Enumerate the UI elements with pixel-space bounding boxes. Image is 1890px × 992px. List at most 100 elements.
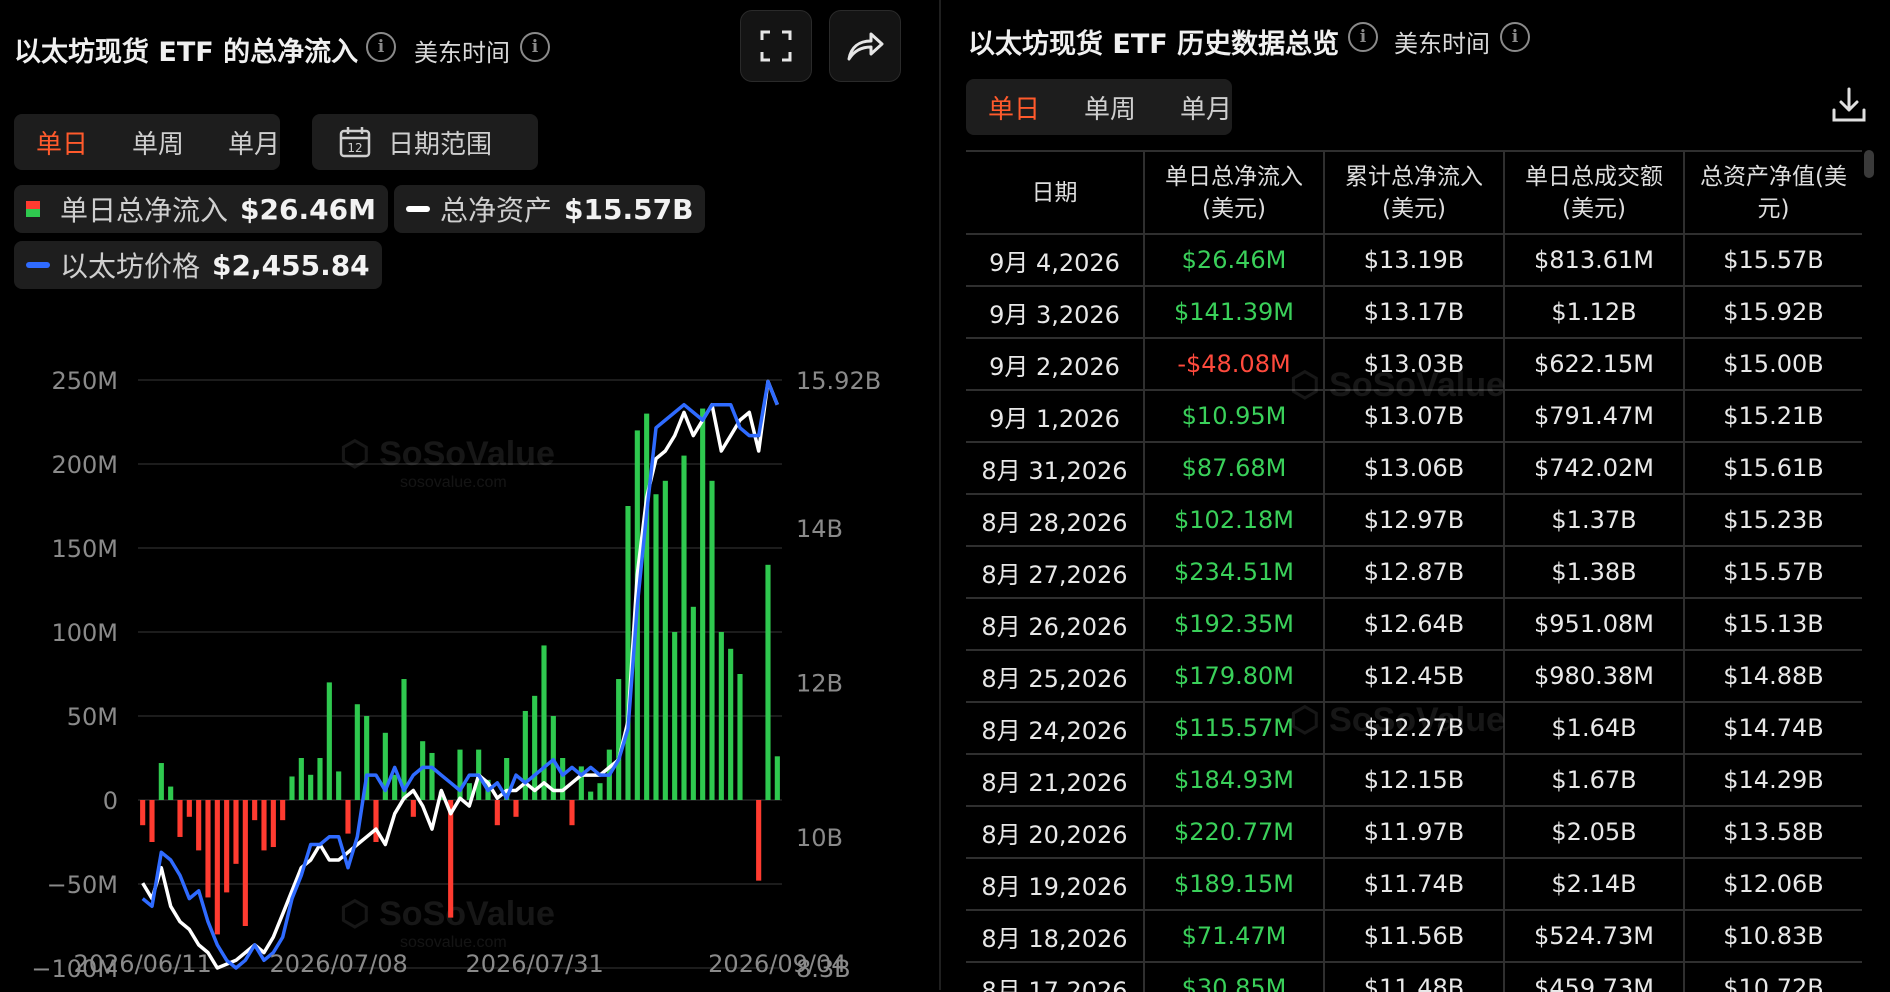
- bar: [205, 800, 211, 898]
- cell-date: 8月 19,2026: [966, 858, 1145, 911]
- bar: [261, 800, 267, 851]
- cell-daily-volume: $524.73M: [1504, 910, 1685, 963]
- bar: [298, 758, 304, 800]
- fullscreen-button[interactable]: [740, 10, 812, 82]
- cell-daily-inflow: $220.77M: [1144, 806, 1325, 859]
- calendar-icon: 12: [339, 127, 371, 158]
- calendar-day-number: 12: [347, 141, 362, 155]
- bar: [616, 679, 622, 800]
- cell-nav: $15.23B: [1684, 494, 1862, 547]
- bar: [392, 774, 398, 800]
- history-table: 日期 单日总净流入 (美元) 累计总净流入 (美元) 单日总成交额 (美元) 总…: [966, 152, 1862, 992]
- cell-date: 8月 21,2026: [966, 754, 1145, 807]
- legend-net-inflow[interactable]: 单日总净流入 $26.46M: [14, 185, 388, 233]
- y-axis-left-tick: 150M: [51, 535, 118, 563]
- cell-nav: $10.72B: [1684, 962, 1862, 992]
- table-row[interactable]: 9月 4,2026 $26.46M $13.19B $813.61M $15.57B: [966, 234, 1862, 287]
- bar: [242, 800, 248, 926]
- chart-title: 以太坊现货 ETF 的总净流入: [14, 37, 359, 68]
- cell-date: 9月 2,2026: [966, 338, 1145, 391]
- table-row[interactable]: 8月 27,2026 $234.51M $12.87B $1.38B $15.57B: [966, 546, 1862, 599]
- col-header-cumulative-inflow[interactable]: 累计总净流入 (美元): [1324, 152, 1505, 235]
- cell-nav: $15.61B: [1684, 442, 1862, 495]
- y-axis-right-tick: 10B: [796, 824, 843, 852]
- cell-daily-inflow: $192.35M: [1144, 598, 1325, 651]
- tab-week[interactable]: 单周: [110, 124, 206, 161]
- cell-nav: $12.06B: [1684, 858, 1862, 911]
- bar: [354, 704, 360, 800]
- cell-cumulative-inflow: $12.87B: [1324, 546, 1505, 599]
- tab-month[interactable]: 单月: [206, 124, 302, 161]
- watermark-logo: ⬡ SoSoValue: [1290, 366, 1505, 404]
- legend-net-assets[interactable]: 总净资产 $15.57B: [394, 185, 706, 233]
- chart-title-info-icon[interactable]: i: [366, 32, 396, 62]
- legend-net-inflow-label: 单日总净流入: [60, 194, 229, 227]
- bar: [289, 776, 295, 800]
- table-row[interactable]: 9月 3,2026 $141.39M $13.17B $1.12B $15.92B: [966, 286, 1862, 339]
- table-timezone-info-icon[interactable]: i: [1500, 22, 1530, 52]
- table-tab-month[interactable]: 单月: [1158, 89, 1254, 126]
- table-title-info-icon[interactable]: i: [1348, 22, 1378, 52]
- bar: [429, 752, 435, 800]
- col-header-daily-inflow[interactable]: 单日总净流入 (美元): [1144, 152, 1325, 235]
- table-row[interactable]: 8月 18,2026 $71.47M $11.56B $524.73M $10.83B: [966, 910, 1862, 963]
- col-header-nav[interactable]: 总资产净值(美 元): [1684, 152, 1862, 235]
- table-row[interactable]: 8月 19,2026 $189.15M $11.74B $2.14B $12.06B: [966, 858, 1862, 911]
- cell-nav: $14.74B: [1684, 702, 1862, 755]
- etf-flow-chart[interactable]: ⬡ SoSoValuesosovalue.com⬡ SoSoValuesosov…: [0, 330, 935, 990]
- bar: [336, 771, 342, 800]
- cell-daily-volume: $1.37B: [1504, 494, 1685, 547]
- table-tab-week[interactable]: 单周: [1062, 89, 1158, 126]
- download-button[interactable]: [1830, 86, 1868, 128]
- cell-daily-volume: $1.38B: [1504, 546, 1685, 599]
- share-button[interactable]: [829, 10, 901, 82]
- table-row[interactable]: 8月 31,2026 $87.68M $13.06B $742.02M $15.61B: [966, 442, 1862, 495]
- cell-daily-inflow: $179.80M: [1144, 650, 1325, 703]
- cell-nav: $15.21B: [1684, 390, 1862, 443]
- cell-daily-volume: $1.67B: [1504, 754, 1685, 807]
- bar: [662, 480, 668, 800]
- cell-daily-inflow: $141.39M: [1144, 286, 1325, 339]
- bar: [158, 763, 164, 800]
- date-range-button[interactable]: 12 日期范围: [312, 114, 538, 170]
- bar: [308, 774, 314, 800]
- chart-timezone-info-icon[interactable]: i: [520, 32, 550, 62]
- col-header-daily-volume[interactable]: 单日总成交额 (美元): [1504, 152, 1685, 235]
- cell-cumulative-inflow: $12.15B: [1324, 754, 1505, 807]
- cell-cumulative-inflow: $11.74B: [1324, 858, 1505, 911]
- bar: [681, 455, 687, 800]
- bar: [326, 682, 332, 800]
- cell-cumulative-inflow: $11.48B: [1324, 962, 1505, 992]
- bar: [532, 695, 538, 800]
- legend-eth-price[interactable]: 以太坊价格 $2,455.84: [14, 241, 382, 289]
- bar: [317, 758, 323, 800]
- bar: [457, 749, 463, 800]
- y-axis-right-tick: 15.92B: [796, 367, 881, 395]
- col-header-date[interactable]: 日期: [966, 152, 1145, 235]
- table-tab-day[interactable]: 单日: [966, 89, 1062, 126]
- tab-day[interactable]: 单日: [14, 124, 110, 161]
- bar: [700, 408, 706, 800]
- cell-date: 8月 28,2026: [966, 494, 1145, 547]
- table-scrollbar[interactable]: [1864, 150, 1874, 178]
- table-row[interactable]: 8月 25,2026 $179.80M $12.45B $980.38M $14.88B: [966, 650, 1862, 703]
- fullscreen-icon: [760, 30, 792, 62]
- bar: [373, 800, 379, 842]
- table-row[interactable]: 8月 17,2026 $30.85M $11.48B $459.73M $10.72B: [966, 962, 1862, 992]
- cell-daily-inflow: $26.46M: [1144, 234, 1325, 287]
- y-axis-left-tick: 100M: [51, 619, 118, 647]
- cell-nav: $13.58B: [1684, 806, 1862, 859]
- cell-daily-volume: $742.02M: [1504, 442, 1685, 495]
- table-row[interactable]: 8月 26,2026 $192.35M $12.64B $951.08M $15.13B: [966, 598, 1862, 651]
- cell-cumulative-inflow: $12.45B: [1324, 650, 1505, 703]
- bar: [214, 800, 220, 935]
- history-table-container[interactable]: 日期 单日总净流入 (美元) 累计总净流入 (美元) 单日总成交额 (美元) 总…: [966, 150, 1862, 992]
- bar: [233, 800, 239, 864]
- table-row[interactable]: 8月 28,2026 $102.18M $12.97B $1.37B $15.23B: [966, 494, 1862, 547]
- cell-cumulative-inflow: $12.64B: [1324, 598, 1505, 651]
- date-range-label: 日期范围: [388, 129, 493, 160]
- table-row[interactable]: 8月 20,2026 $220.77M $11.97B $2.05B $13.58B: [966, 806, 1862, 859]
- table-row[interactable]: 8月 21,2026 $184.93M $12.15B $1.67B $14.29B: [966, 754, 1862, 807]
- bar: [270, 800, 276, 848]
- cell-nav: $14.88B: [1684, 650, 1862, 703]
